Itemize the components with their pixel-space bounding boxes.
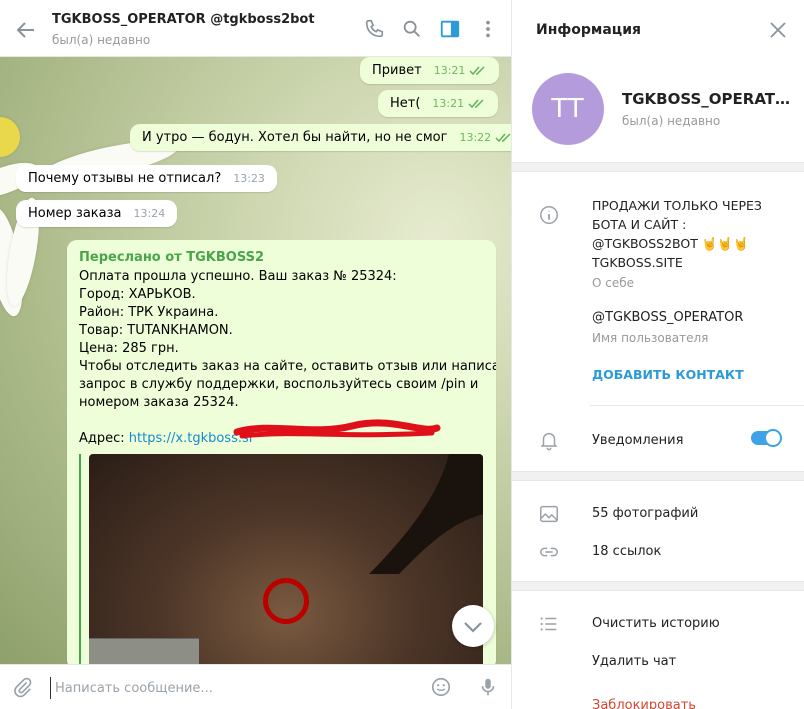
scroll-down-button[interactable] xyxy=(452,605,494,647)
toggle-knob[interactable] xyxy=(764,429,782,447)
contact-status: был(а) недавно xyxy=(622,114,721,128)
forwarded-line: Район: ТРК Украина. xyxy=(79,305,219,320)
daisy-center xyxy=(0,117,20,157)
double-check-icon xyxy=(469,66,485,76)
forwarded-line: Чтобы отследить заказ на сайте, оставить… xyxy=(79,359,496,374)
chat-background: Привет 13:21 Нет( 13:21 И утро — бодун. Хо… xyxy=(0,57,511,664)
bell-icon xyxy=(540,432,558,451)
bio-line: ПРОДАЖИ ТОЛЬКО ЧЕРЕЗ xyxy=(592,198,762,213)
message-text: Почему отзывы не отписал? xyxy=(28,171,222,186)
notifications-label: Уведомления xyxy=(592,433,684,448)
message-time: 13:24 xyxy=(133,207,166,220)
message-text: Нет( xyxy=(390,96,421,111)
forwarded-photo[interactable] xyxy=(89,454,483,664)
chat-panel: TGKBOSS_OPERATOR @tgkboss2bot был(а) нед… xyxy=(0,0,511,709)
forwarded-line: Оплата прошла успешно. Ваш заказ № 25324… xyxy=(79,269,397,284)
photo-marker-circle xyxy=(263,578,309,624)
paperclip-icon[interactable] xyxy=(12,676,34,698)
message-bubble-outgoing[interactable]: Нет( 13:21 xyxy=(378,90,499,117)
bio-label: О себе xyxy=(592,276,635,290)
forwarded-line: номером заказа 25324. xyxy=(79,395,239,410)
add-contact-button[interactable]: ДОБАВИТЬ КОНТАКТ xyxy=(592,367,744,382)
forwarded-line: Цена: 285 грн. xyxy=(79,341,179,356)
block-button[interactable]: Заблокировать xyxy=(592,698,696,709)
message-input[interactable] xyxy=(50,677,410,699)
photo-map-thumbnail xyxy=(89,638,199,664)
microphone-icon[interactable] xyxy=(477,676,499,698)
phone-icon[interactable] xyxy=(363,18,385,40)
message-composer xyxy=(0,664,511,709)
avatar[interactable]: TT xyxy=(532,73,604,145)
section-divider xyxy=(512,581,804,591)
row-divider xyxy=(590,405,804,406)
links-count[interactable]: 18 ссылок xyxy=(592,544,661,559)
search-icon[interactable] xyxy=(401,18,423,40)
bio-line: TGKBOSS.SITE xyxy=(592,255,683,270)
double-check-icon xyxy=(468,99,484,109)
close-icon[interactable] xyxy=(768,20,788,40)
forwarded-line: запрос в службу поддержки, воспользуйтес… xyxy=(79,377,479,392)
info-title: Информация xyxy=(536,22,641,38)
contact-name: TGKBOSS_OPERATOR xyxy=(622,90,792,108)
info-icon xyxy=(540,206,558,224)
chevron-down-icon xyxy=(464,622,482,633)
username-value[interactable]: @TGKBOSS_OPERATOR xyxy=(592,310,743,325)
message-text: Привет xyxy=(372,63,422,78)
clear-history-button[interactable]: Очистить историю xyxy=(592,616,720,631)
message-time: 13:21 xyxy=(432,97,465,110)
forward-accent-bar xyxy=(79,454,81,664)
photos-count[interactable]: 55 фотографий xyxy=(592,506,698,521)
message-bubble-incoming[interactable]: Номер заказа 13:24 xyxy=(16,200,178,227)
forwarded-line: Товар: TUTANKHAMON. xyxy=(79,323,233,338)
message-text: И утро — бодун. Хотел бы найти, но не см… xyxy=(142,130,448,145)
link-icon xyxy=(540,547,558,557)
message-bubble-outgoing[interactable]: И утро — бодун. Хотел бы найти, но не см… xyxy=(130,124,511,151)
address-label: Адрес: xyxy=(79,431,129,446)
chat-header: TGKBOSS_OPERATOR @tgkboss2bot был(а) нед… xyxy=(0,0,511,57)
forwarded-line: Город: ХАРЬКОВ. xyxy=(79,287,196,302)
message-text: Номер заказа xyxy=(28,206,122,221)
emoji-icon[interactable] xyxy=(430,676,452,698)
message-bubble-incoming[interactable]: Почему отзывы не отписал? 13:23 xyxy=(16,165,277,192)
delete-chat-button[interactable]: Удалить чат xyxy=(592,654,676,669)
back-arrow-icon[interactable] xyxy=(14,18,38,42)
photo-tree-root xyxy=(369,454,483,574)
username-label: Имя пользователя xyxy=(592,331,709,345)
bio-line: БОТА И САЙТ : xyxy=(592,217,687,232)
bio-text: ПРОДАЖИ ТОЛЬКО ЧЕРЕЗ БОТА И САЙТ : @TGKB… xyxy=(592,196,782,272)
info-panel: Информация TT TGKBOSS_OPERATOR был(а) не… xyxy=(511,0,804,709)
chat-title[interactable]: TGKBOSS_OPERATOR @tgkboss2bot xyxy=(52,12,315,27)
sidebar-toggle-icon[interactable] xyxy=(439,18,461,40)
message-time: 13:22 xyxy=(459,131,492,144)
section-divider xyxy=(512,471,804,481)
list-icon xyxy=(540,617,557,631)
message-time: 13:21 xyxy=(433,64,466,77)
redaction-scribble xyxy=(233,419,441,439)
chat-status: был(а) недавно xyxy=(52,33,151,47)
forwarded-message[interactable]: Переслано от TGKBOSS2 Оплата прошла успе… xyxy=(67,240,496,664)
message-time: 13:23 xyxy=(233,172,265,185)
bio-line: @TGKBOSS2BOT 🤘🤘🤘 xyxy=(592,236,749,251)
more-icon[interactable] xyxy=(477,18,499,40)
photo-icon xyxy=(540,505,558,523)
message-bubble-outgoing[interactable]: Привет 13:21 xyxy=(360,57,500,84)
double-check-icon xyxy=(495,133,511,143)
section-divider xyxy=(512,162,804,172)
forwarded-from-label[interactable]: Переслано от TGKBOSS2 xyxy=(79,250,484,265)
